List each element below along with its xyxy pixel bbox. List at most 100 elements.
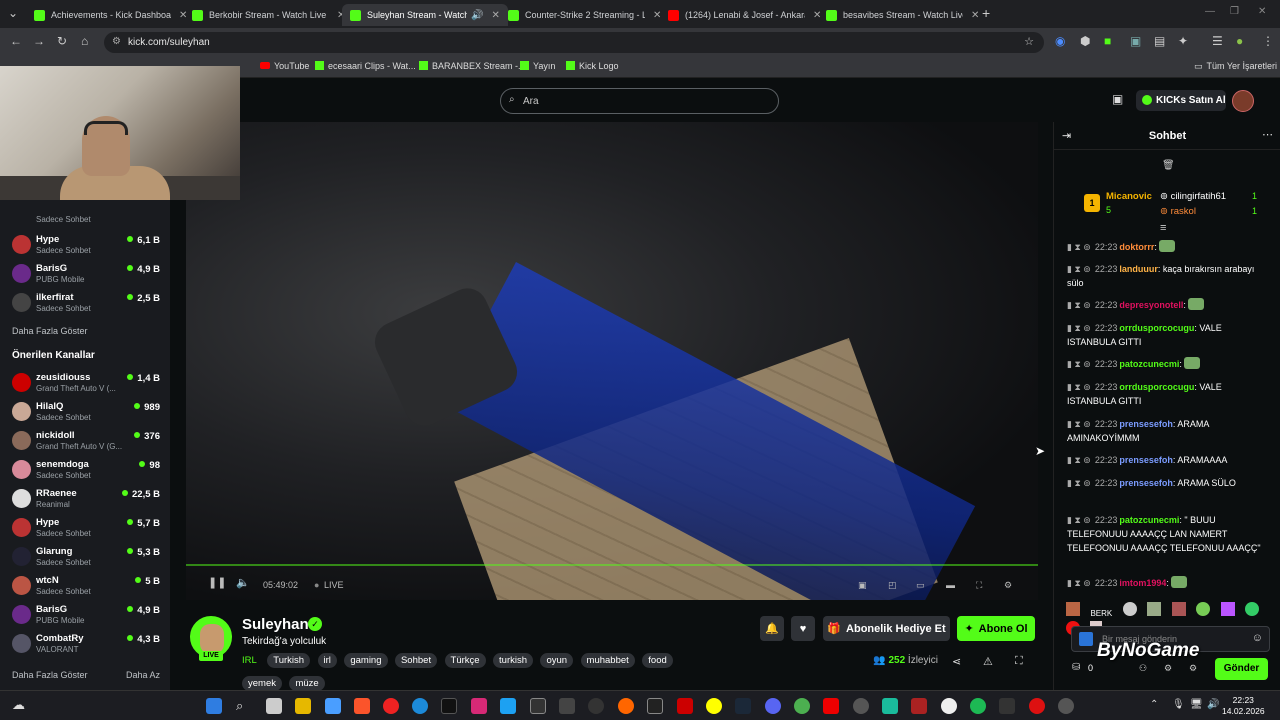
tab-besavibes[interactable]: besavibes Stream - Watch Live ✕ <box>818 4 987 26</box>
epic-games-icon[interactable] <box>647 698 663 714</box>
extensions-puzzle-icon[interactable]: ✦ <box>1178 34 1188 48</box>
player-progress[interactable] <box>186 564 1038 566</box>
tag[interactable]: food <box>642 653 673 668</box>
obs-icon[interactable] <box>853 698 869 714</box>
clip-icon[interactable]: ▣ <box>858 580 867 591</box>
sidebar-channel-rraenee[interactable]: RRaenee Reanimal 22,5 B <box>12 486 162 514</box>
mod-actions-icon[interactable]: ▮ ⧗ ⊚ <box>1067 264 1091 274</box>
sidebar-channel-hype-2[interactable]: Hype Sadece Sohbet 5,7 B <box>12 515 162 543</box>
tag[interactable]: müze <box>289 676 325 691</box>
app-icon[interactable] <box>588 698 604 714</box>
chrome-icon[interactable] <box>794 698 810 714</box>
emote-icon[interactable] <box>1244 602 1259 616</box>
sidebar-channel-combatry[interactable]: CombatRy VALORANT 4,3 B <box>12 631 162 659</box>
reload-icon[interactable]: ↻ <box>57 34 67 48</box>
tag[interactable]: turkish <box>493 653 534 668</box>
settings-gear-icon[interactable]: ⚙ <box>1004 580 1012 591</box>
extension-icon[interactable]: ▣ <box>1130 34 1141 48</box>
mod-actions-icon[interactable]: ▮ ⧗ ⊚ <box>1067 300 1091 310</box>
tag[interactable]: gaming <box>344 653 388 668</box>
theater-icon[interactable]: ▭ <box>916 580 925 591</box>
pause-icon[interactable]: ❚❚ <box>208 576 226 589</box>
extension-icon[interactable]: ◉ <box>1055 34 1065 48</box>
network-icon[interactable]: 🖥 <box>1190 699 1203 710</box>
sidebar-channel-glarung[interactable]: Glarung Sadece Sohbet 5,3 B <box>12 544 162 572</box>
menu-kebab-icon[interactable]: ⋮ <box>1262 34 1274 48</box>
tab-suleyhan[interactable]: Suleyhan Stream - Watch Li 🔊 ✕ <box>342 4 508 26</box>
taskbar-search-icon[interactable]: ⌕ <box>236 698 252 714</box>
all-bookmarks[interactable]: ▭ Tüm Yer İşaretleri <box>1194 61 1277 72</box>
sidebar-channel-hilalq[interactable]: HilalQ Sadece Sohbet 989 <box>12 399 162 427</box>
url-bar[interactable]: ⚙ kick.com/suleyhan ☆ <box>104 32 1044 53</box>
theater-mode-icon[interactable]: ▣ <box>1112 92 1123 106</box>
volume-icon[interactable]: 🔈 <box>236 576 250 589</box>
mod-actions-icon[interactable]: ▮ ⧗ ⊚ <box>1067 359 1091 369</box>
app-icon[interactable] <box>677 698 693 714</box>
tag[interactable]: oyun <box>540 653 574 668</box>
show-more-link[interactable]: Daha Fazla Göster <box>12 670 88 680</box>
close-window-icon[interactable]: ✕ <box>1258 6 1266 17</box>
audio-icon[interactable]: 🔊 <box>471 10 483 21</box>
weather-icon[interactable]: ☁ <box>12 697 25 713</box>
taskbar-clock[interactable]: 22:23 14.02.2026 <box>1222 695 1265 717</box>
start-menu-icon[interactable] <box>206 698 222 714</box>
leaderboard-entry[interactable]: ⊚ raskol <box>1160 206 1196 217</box>
bookmark-youtube[interactable]: YouTube <box>260 61 309 71</box>
app-icon[interactable] <box>706 698 722 714</box>
close-tab-icon[interactable]: ✕ <box>971 10 979 21</box>
emote-icon[interactable] <box>1122 602 1137 616</box>
tag[interactable]: irl <box>317 653 337 668</box>
maximize-icon[interactable]: ❐ <box>1230 6 1239 17</box>
edge-browser-icon[interactable] <box>412 698 428 714</box>
emote-icon[interactable]: BERK <box>1090 609 1112 618</box>
tag[interactable]: yemek <box>242 676 282 691</box>
app-icon[interactable] <box>882 698 898 714</box>
file-explorer-icon[interactable] <box>295 698 311 714</box>
message-username[interactable]: patozcunecmi <box>1119 515 1179 525</box>
sidebar-channel-senemdoga[interactable]: senemdoga Sadece Sohbet 98 <box>12 457 162 485</box>
user-avatar[interactable] <box>1232 90 1254 112</box>
search-input[interactable]: ⌕ Ara <box>500 88 779 114</box>
mod-actions-icon[interactable]: ▮ ⧗ ⊚ <box>1067 478 1091 488</box>
video-player[interactable]: ❚❚ 🔈 05:49:02 ● LIVE ▣ ◰ ▭ ▬ ⛶ ⚙ <box>186 122 1038 600</box>
app-icon[interactable] <box>941 698 957 714</box>
app-icon[interactable] <box>325 698 341 714</box>
chat-settings-icon[interactable]: ⚙ <box>1164 663 1172 674</box>
profile-avatar-icon[interactable]: ● <box>1236 34 1243 48</box>
spotify-icon[interactable] <box>970 698 986 714</box>
message-username[interactable]: landuuur <box>1119 264 1158 274</box>
subscribe-button[interactable]: ✦ Abone Ol <box>957 616 1035 641</box>
tag[interactable]: muhabbet <box>580 653 635 668</box>
sidebar-channel-zeusidiouss[interactable]: zeusidiouss Grand Theft Auto V (... 1,4 B <box>12 370 162 398</box>
emoji-icon[interactable]: ☺ <box>1252 632 1263 644</box>
steam-icon[interactable] <box>735 698 751 714</box>
fullscreen-icon[interactable]: ⛶ <box>976 580 982 591</box>
emote-icon[interactable] <box>1066 602 1080 616</box>
kick-extension-icon[interactable]: ■ <box>1104 34 1111 48</box>
chat-mode-icon[interactable]: ⚙ <box>1189 663 1197 674</box>
app-icon[interactable] <box>618 698 634 714</box>
message-username[interactable]: patozcunecmi <box>1119 359 1179 369</box>
channel-points-icon[interactable]: ⛁ <box>1072 662 1080 673</box>
speaker-icon[interactable]: 🔊 <box>1207 699 1219 710</box>
report-warning-icon[interactable]: ⚠ <box>983 655 993 668</box>
youtube-icon[interactable] <box>823 698 839 714</box>
discord-icon[interactable] <box>765 698 781 714</box>
category-link[interactable]: IRL <box>242 653 260 668</box>
tab-lenabi[interactable]: (1264) Lenabi & Josef - Ankara ✕ <box>660 4 829 26</box>
extension-icon[interactable]: ▤ <box>1154 34 1165 48</box>
shield-extension-icon[interactable]: ⬢ <box>1080 34 1090 48</box>
opera-icon[interactable] <box>1029 698 1045 714</box>
tab-counter-strike[interactable]: Counter-Strike 2 Streaming - L ✕ <box>500 4 669 26</box>
tag[interactable]: Turkish <box>267 653 311 668</box>
trash-icon[interactable]: 🗑 <box>1162 160 1175 171</box>
back-icon[interactable]: ← <box>10 34 22 48</box>
show-less-link[interactable]: Daha Az <box>126 670 160 680</box>
emote-icon[interactable] <box>1147 602 1162 616</box>
microphone-icon[interactable]: 🎙 <box>1172 699 1185 710</box>
gift-sub-button[interactable]: 🎁 Abonelik Hediye Et <box>823 616 950 641</box>
app-icon[interactable] <box>999 698 1015 714</box>
message-username[interactable]: imtom1994 <box>1119 578 1166 588</box>
bookmark-baranbex[interactable]: BARANBEX Stream -... <box>419 61 526 71</box>
widescreen-icon[interactable]: ▬ <box>946 580 955 590</box>
